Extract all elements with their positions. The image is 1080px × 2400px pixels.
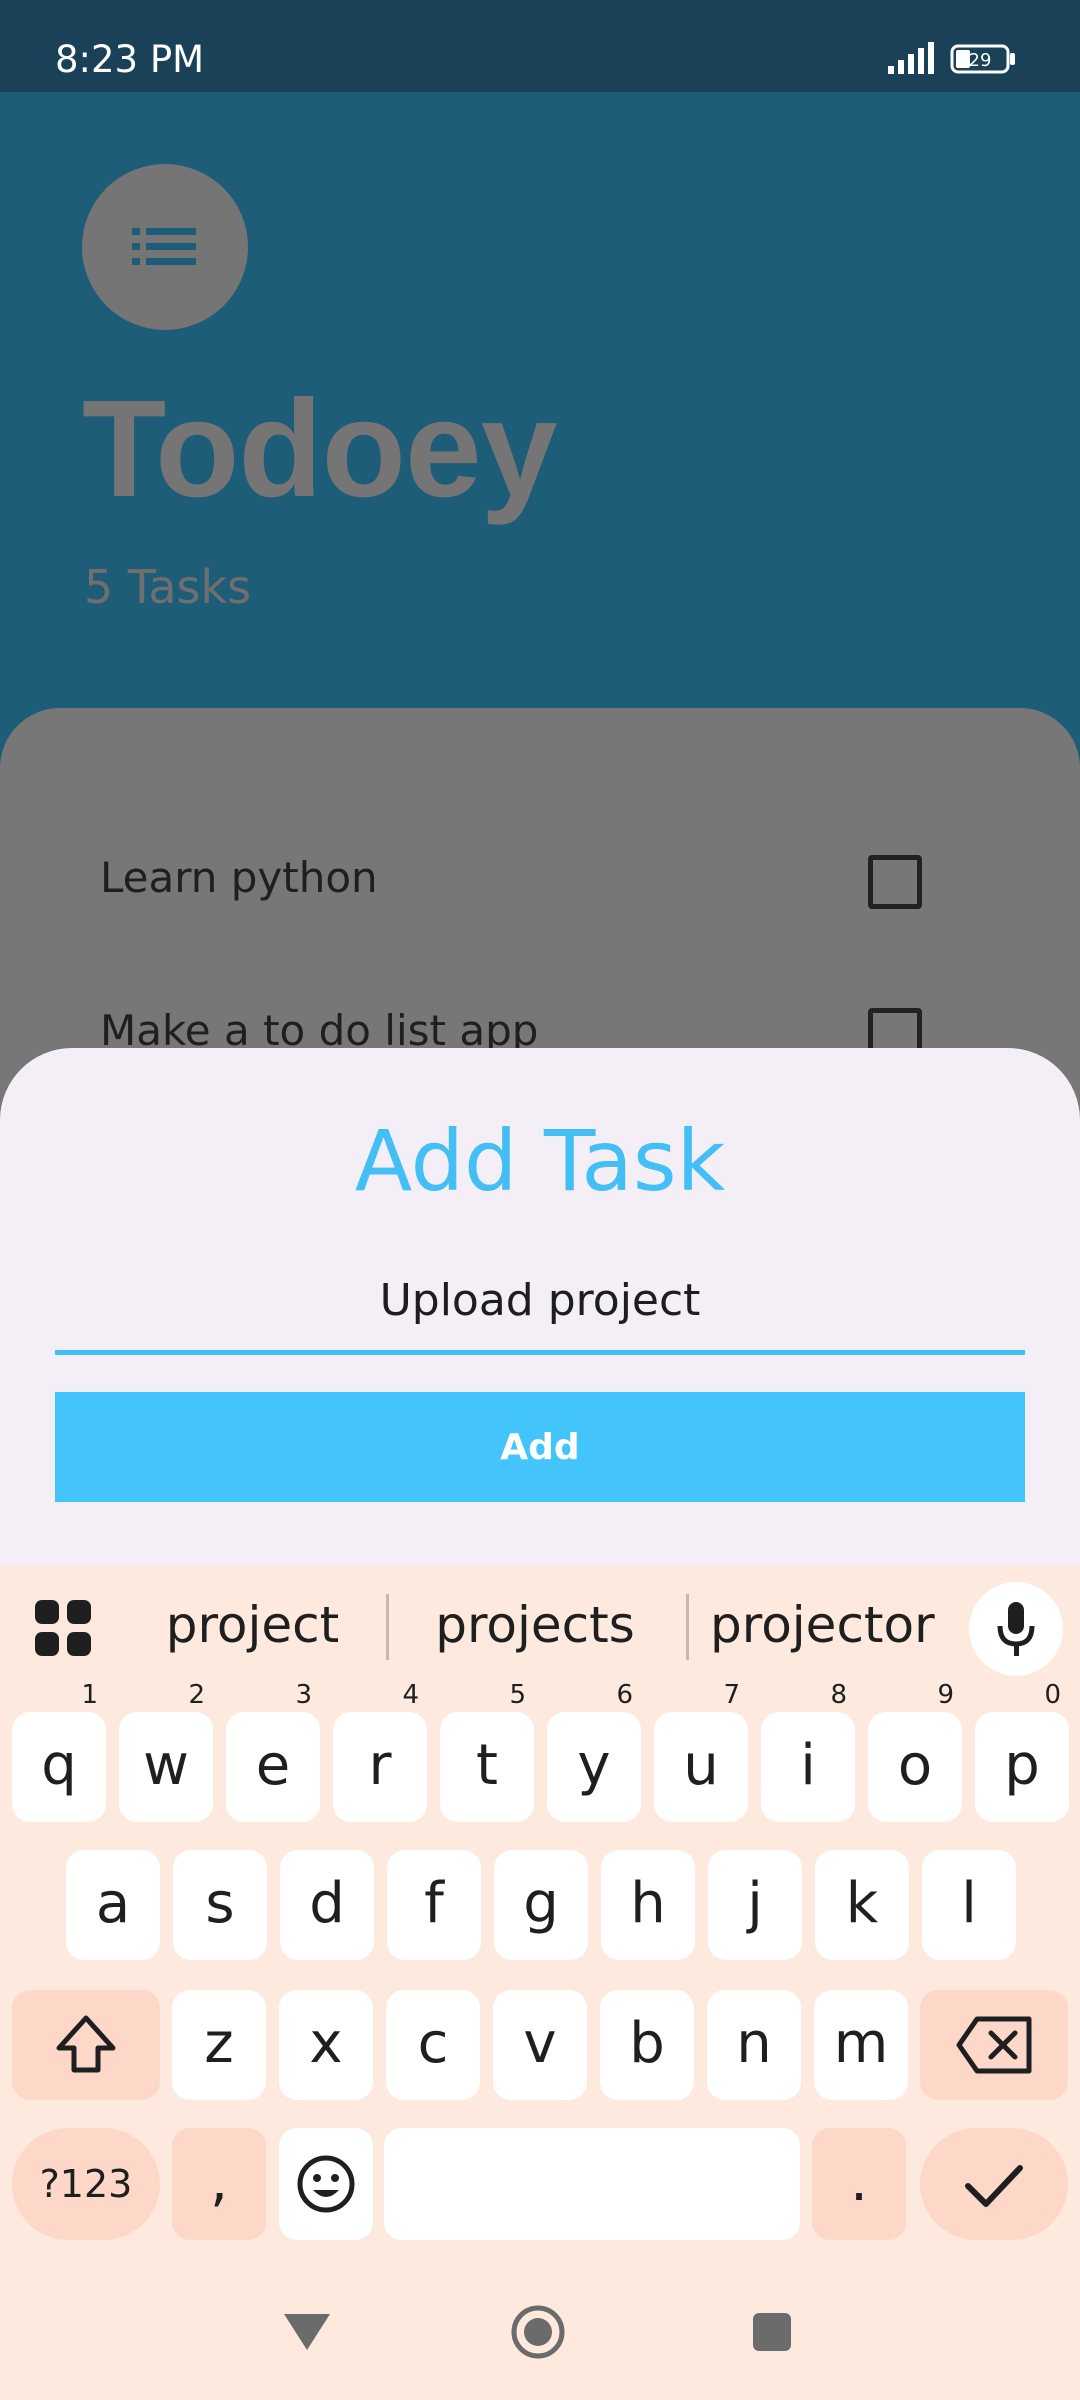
key-hint: 0 <box>1044 1680 1061 1710</box>
task-item-label: Learn python <box>100 853 378 902</box>
key-label: t <box>476 1733 498 1798</box>
microphone-icon <box>997 1602 1035 1656</box>
key-label: y <box>577 1733 611 1798</box>
task-checkbox[interactable] <box>868 855 922 909</box>
key-d[interactable]: d <box>280 1850 374 1960</box>
key-t[interactable]: t5 <box>440 1682 534 1822</box>
key-k[interactable]: k <box>815 1850 909 1960</box>
key-r[interactable]: r4 <box>333 1682 427 1822</box>
keyboard <box>0 1566 1080 2400</box>
suggestion-item[interactable]: projector <box>710 1596 935 1654</box>
app-title: Todoey <box>82 372 557 526</box>
back-nav-icon[interactable] <box>280 2310 334 2354</box>
key-hint: 8 <box>830 1680 847 1710</box>
backspace-key[interactable] <box>920 1990 1068 2100</box>
key-q[interactable]: q1 <box>12 1682 106 1822</box>
shift-key[interactable] <box>12 1990 160 2100</box>
key-hint: 6 <box>616 1680 633 1710</box>
suggestion-divider <box>386 1594 389 1660</box>
key-c[interactable]: c <box>386 1990 480 2100</box>
key-label: u <box>683 1733 719 1798</box>
key-hint: 1 <box>81 1680 98 1710</box>
voice-input-button[interactable] <box>969 1582 1063 1676</box>
key-j[interactable]: j <box>708 1850 802 1960</box>
key-f[interactable]: f <box>387 1850 481 1960</box>
key-p[interactable]: p0 <box>975 1682 1069 1822</box>
space-key[interactable] <box>384 2128 800 2240</box>
battery-icon: 29 <box>950 44 1016 74</box>
key-m[interactable]: m <box>814 1990 908 2100</box>
recents-nav-icon[interactable] <box>752 2312 792 2352</box>
emoji-key[interactable] <box>279 2128 373 2240</box>
key-label: r <box>368 1733 392 1798</box>
enter-key[interactable] <box>920 2128 1068 2240</box>
key-hint: 2 <box>188 1680 205 1710</box>
key-g[interactable]: g <box>494 1850 588 1960</box>
key-label: e <box>255 1733 291 1798</box>
status-bar: 8:23 PM 29 <box>0 0 1080 92</box>
key-hint: 3 <box>295 1680 312 1710</box>
status-time: 8:23 PM <box>55 38 205 81</box>
period-key[interactable]: . <box>812 2128 906 2240</box>
backspace-icon <box>956 2016 1032 2074</box>
key-label: w <box>143 1733 189 1798</box>
key-y[interactable]: y6 <box>547 1682 641 1822</box>
emoji-icon <box>297 2155 355 2213</box>
list-menu-button[interactable] <box>82 164 248 330</box>
key-x[interactable]: x <box>279 1990 373 2100</box>
task-input[interactable] <box>55 1250 1025 1355</box>
list-icon <box>132 228 196 265</box>
key-v[interactable]: v <box>493 1990 587 2100</box>
symbols-key[interactable]: ?123 <box>12 2128 160 2240</box>
key-label: i <box>800 1733 816 1798</box>
key-hint: 7 <box>723 1680 740 1710</box>
key-label: o <box>897 1733 933 1798</box>
shift-icon <box>56 2015 116 2073</box>
comma-key[interactable]: , <box>172 2128 266 2240</box>
key-l[interactable]: l <box>922 1850 1016 1960</box>
add-button[interactable]: Add <box>55 1392 1025 1502</box>
sheet-title: Add Task <box>354 1112 726 1210</box>
suggestion-divider <box>686 1594 689 1660</box>
key-a[interactable]: a <box>66 1850 160 1960</box>
key-hint: 4 <box>402 1680 419 1710</box>
key-e[interactable]: e3 <box>226 1682 320 1822</box>
apps-grid-icon[interactable] <box>35 1600 91 1656</box>
key-h[interactable]: h <box>601 1850 695 1960</box>
suggestion-item[interactable]: project <box>160 1596 345 1654</box>
key-o[interactable]: o9 <box>868 1682 962 1822</box>
checkmark-icon <box>965 2165 1023 2207</box>
battery-level: 29 <box>969 50 992 71</box>
key-s[interactable]: s <box>173 1850 267 1960</box>
key-label: p <box>1004 1733 1040 1798</box>
key-label: q <box>41 1733 77 1798</box>
task-count: 5 Tasks <box>84 560 252 614</box>
signal-icon <box>888 42 934 74</box>
key-w[interactable]: w2 <box>119 1682 213 1822</box>
key-hint: 9 <box>937 1680 954 1710</box>
key-hint: 5 <box>509 1680 526 1710</box>
key-u[interactable]: u7 <box>654 1682 748 1822</box>
suggestion-item[interactable]: projects <box>430 1596 640 1654</box>
key-n[interactable]: n <box>707 1990 801 2100</box>
key-z[interactable]: z <box>172 1990 266 2100</box>
key-i[interactable]: i8 <box>761 1682 855 1822</box>
home-nav-icon[interactable] <box>510 2304 566 2360</box>
key-b[interactable]: b <box>600 1990 694 2100</box>
